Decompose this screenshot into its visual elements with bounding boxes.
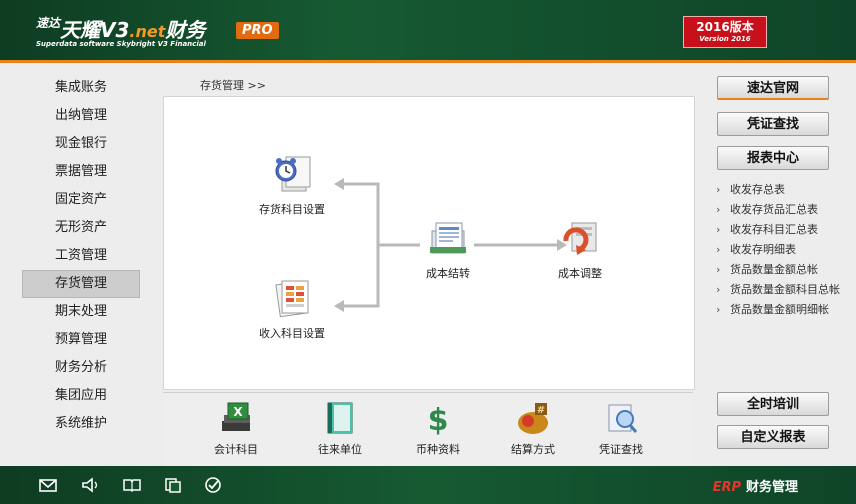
address-book-icon — [327, 402, 353, 434]
sidebar-item-fixed-assets[interactable]: 固定资产 — [22, 186, 140, 214]
speaker-icon[interactable] — [80, 476, 100, 494]
tool-accounting-subjects[interactable]: X 会计科目 — [196, 401, 276, 457]
node-cost-adjustment-label: 成本调整 — [558, 267, 602, 280]
svg-text:#: # — [537, 405, 545, 416]
document-stack-icon — [430, 222, 466, 254]
sidebar-item-cash-bank[interactable]: 现金银行 — [22, 130, 140, 158]
breadcrumb: 存货管理 >> — [200, 79, 266, 92]
logo-subtitle: Superdata software Skybright V3 Financia… — [36, 40, 206, 48]
tool-settlement-label: 结算方式 — [511, 443, 555, 456]
tool-voucher-search[interactable]: 凭证查找 — [581, 401, 661, 457]
svg-text:X: X — [233, 405, 243, 419]
sidebar-item-group[interactable]: 集团应用 — [22, 382, 140, 410]
check-circle-icon[interactable] — [203, 476, 223, 494]
tool-voucher-search-label: 凭证查找 — [599, 443, 643, 456]
node-cost-adjustment[interactable]: 成本调整 — [530, 217, 630, 281]
svg-text:$: $ — [428, 403, 449, 435]
report-center-button[interactable]: 报表中心 — [717, 146, 829, 170]
magnifier-document-icon — [608, 404, 638, 433]
bracket-connector — [342, 182, 380, 308]
sidebar-item-cashier[interactable]: 出纳管理 — [22, 102, 140, 130]
tool-accounting-subjects-label: 会计科目 — [214, 443, 258, 456]
report-link-subject-summary[interactable]: 收发存科目汇总表 — [716, 223, 846, 237]
voucher-search-button[interactable]: 凭证查找 — [717, 112, 829, 136]
official-site-button[interactable]: 速达官网 — [717, 76, 829, 100]
logo-cn-text: 财务 — [165, 18, 206, 42]
header-divider — [0, 60, 856, 63]
tool-contacts-label: 往来单位 — [318, 443, 362, 456]
tool-currency-label: 币种资料 — [416, 443, 460, 456]
version-cn: 2016版本 — [696, 20, 754, 34]
report-link-goods-summary[interactable]: 收发存货品汇总表 — [716, 203, 846, 217]
logo-small-text: 速达 — [36, 16, 61, 30]
copy-icon[interactable] — [163, 476, 183, 494]
sidebar-item-bills[interactable]: 票据管理 — [22, 158, 140, 186]
tool-contacts[interactable]: 往来单位 — [300, 401, 380, 457]
refresh-document-icon — [563, 222, 597, 255]
sidebar-item-system[interactable]: 系统维护 — [22, 410, 140, 438]
book-icon[interactable] — [122, 476, 142, 494]
pro-badge: PRO — [236, 22, 279, 39]
footer-erp-text: ERP — [712, 480, 741, 495]
node-inventory-subject-settings-label: 存货科目设置 — [259, 203, 325, 216]
node-cost-transfer[interactable]: 成本结转 — [398, 217, 498, 281]
custom-report-button[interactable]: 自定义报表 — [717, 425, 829, 449]
quick-tools-bar: X 会计科目 往来单位 $ 币种资料 # 结算方式 凭证查找 — [163, 392, 693, 467]
report-link-qty-amount-subject-ledger[interactable]: 货品数量金额科目总帐 — [716, 283, 846, 297]
sidebar-item-period-end[interactable]: 期末处理 — [22, 298, 140, 326]
version-en: Version 2016 — [699, 35, 751, 43]
sidebar-item-inventory[interactable]: 存货管理 — [22, 270, 140, 298]
app-header: 速达天耀V3.net财务 Superdata software Skybrigh… — [0, 0, 856, 60]
report-link-qty-amount-detail[interactable]: 货品数量金额明细帐 — [716, 303, 846, 317]
report-link-qty-amount-ledger[interactable]: 货品数量金额总帐 — [716, 263, 846, 277]
logo-net-text: .net — [129, 22, 166, 41]
sidebar-nav: 集成账务 出纳管理 现金银行 票据管理 固定资产 无形资产 工资管理 存货管理 … — [22, 74, 140, 438]
mail-icon[interactable] — [38, 476, 58, 494]
training-button[interactable]: 全时培训 — [717, 392, 829, 416]
footer-label: 财务管理 — [745, 480, 798, 495]
sidebar-item-analysis[interactable]: 财务分析 — [22, 354, 140, 382]
logo-main-text: 天耀V3 — [60, 18, 130, 42]
sidebar-item-integrated-accounting[interactable]: 集成账务 — [22, 74, 140, 102]
version-badge: 2016版本 Version 2016 — [683, 16, 767, 48]
spreadsheet-document-icon — [275, 280, 309, 318]
money-bag-icon: # — [518, 403, 548, 434]
node-inventory-subject-settings[interactable]: 存货科目设置 — [242, 153, 342, 217]
clock-document-icon — [275, 156, 311, 192]
sidebar-item-budget[interactable]: 预算管理 — [22, 326, 140, 354]
tool-currency[interactable]: $ 币种资料 — [398, 401, 478, 457]
sidebar-item-intangible-assets[interactable]: 无形资产 — [22, 214, 140, 242]
app-logo: 速达天耀V3.net财务 — [36, 14, 205, 43]
node-income-subject-settings-label: 收入科目设置 — [259, 327, 325, 340]
report-links: 收发存总表 收发存货品汇总表 收发存科目汇总表 收发存明细表 货品数量金额总帐 … — [716, 183, 846, 323]
report-link-inout-summary[interactable]: 收发存总表 — [716, 183, 846, 197]
report-link-detail[interactable]: 收发存明细表 — [716, 243, 846, 257]
app-footer: ERP 财务管理 — [0, 466, 856, 504]
workflow-panel: 存货科目设置 收入科目设置 成本结转 成本调整 — [163, 96, 695, 390]
node-cost-transfer-label: 成本结转 — [426, 267, 470, 280]
sidebar-item-payroll[interactable]: 工资管理 — [22, 242, 140, 270]
excel-books-icon: X — [222, 402, 250, 431]
node-income-subject-settings[interactable]: 收入科目设置 — [242, 277, 342, 341]
tool-settlement[interactable]: # 结算方式 — [493, 401, 573, 457]
footer-brand: ERP 财务管理 — [713, 476, 798, 495]
dollar-icon: $ — [428, 403, 449, 438]
